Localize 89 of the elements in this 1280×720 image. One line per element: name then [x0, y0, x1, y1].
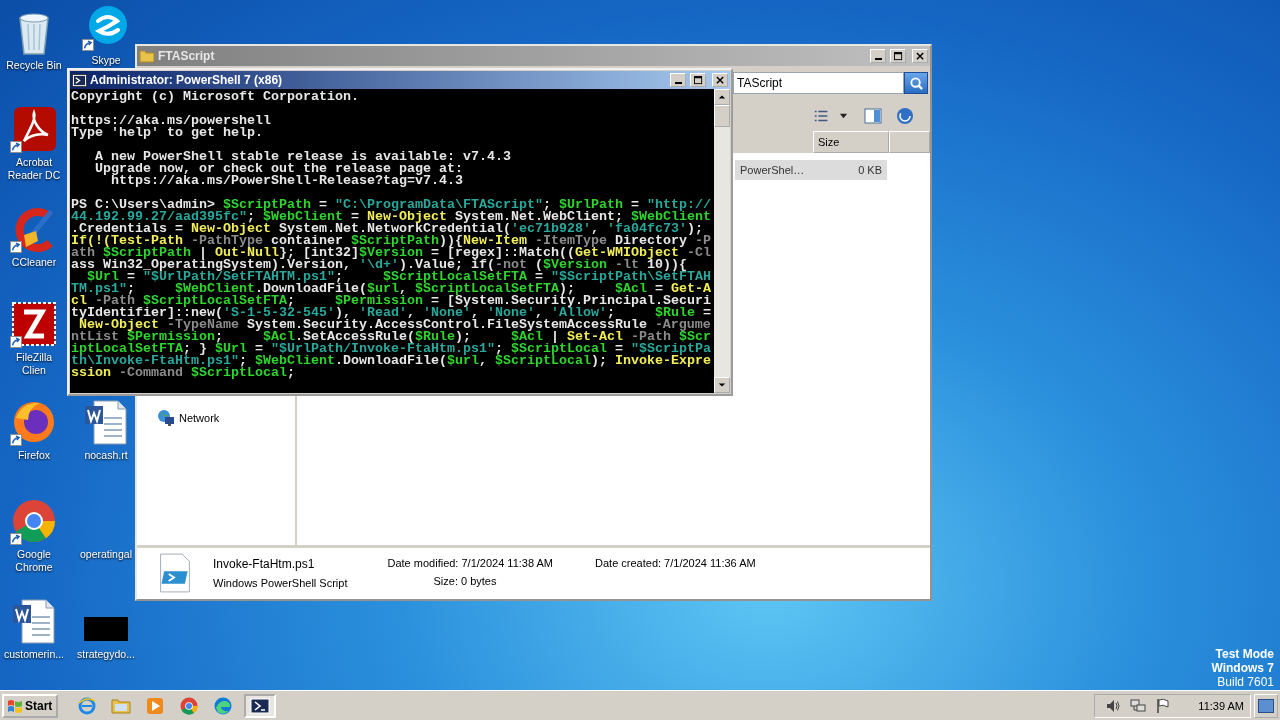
maximize-button[interactable] — [890, 49, 906, 63]
preview-pane-icon[interactable] — [864, 107, 882, 124]
powershell-icon — [72, 73, 87, 87]
console-line: ath $ScriptPath | Out-Null}; [int32]$Version = [regex]::Match((Get-WMIObject -Cl — [71, 247, 712, 259]
nav-item[interactable]: Network — [137, 409, 295, 427]
desktop-icon-label[interactable]: operatingal — [80, 548, 132, 561]
folder-icon — [139, 48, 155, 64]
browser-icon — [77, 695, 98, 716]
console-line: .Credentials = New-Object System.Net.NetworkCredential('ec71b928', 'fa04fc73'); — [71, 223, 703, 235]
console-line: TM.ps1"; $WebClient.DownloadFile($url, $ScriptLocalSetFTA); $Acl = Get-A — [71, 283, 712, 295]
console-line: ass Win32_OperatingSystem).Version, '\d+').Value; if(-not ($Version -lt 10)){ — [71, 259, 687, 271]
console-line: iptLocalSetFTA; } $Url = "$UrlPath/Invoke-FtaHtm.ps1"; $ScriptLocal = "$ScriptPa — [71, 343, 712, 355]
desktop-icon-label[interactable]: strategydo... — [77, 648, 135, 661]
desktop-icon-label[interactable]: Skype — [91, 54, 121, 67]
console-line: If(!(Test-Path -PathType container $ScriptPath)){New-Item -ItemType Directory -P — [71, 235, 712, 247]
console-line: $Url = "$UrlPath/SetFTAHTM.ps1"; $ScriptLocalSetFTA = "$ScriptPath\SetFTAH — [87, 271, 712, 283]
console-line: th\Invoke-FtaHtm.ps1"; $WebClient.DownloadFile($url, $ScriptLocal); Invoke-Expre — [71, 355, 712, 367]
search-button[interactable] — [904, 72, 928, 94]
date-created: Date created: 7/1/2024 11:36 AM — [595, 557, 756, 569]
file-type: Windows PowerShell Script — [213, 577, 348, 589]
window-title: Administrator: PowerShell 7 (x86) — [90, 73, 283, 87]
network-icon — [157, 409, 175, 427]
console-line: cl -Path $ScriptLocalSetFTA; $Permission = [System.Security.Principal.Securi — [71, 295, 712, 307]
desktop-icon-label[interactable]: Google Chrome — [3, 548, 65, 574]
media-player-icon — [145, 695, 166, 716]
caret-icon[interactable] — [839, 111, 848, 120]
show-desktop-button[interactable] — [1254, 693, 1278, 718]
file-row[interactable]: PowerShel… 0 KB — [735, 160, 887, 180]
file-name: Invoke-FtaHtm.ps1 — [213, 557, 316, 571]
filezilla-icon[interactable] — [10, 300, 58, 348]
close-button[interactable] — [912, 49, 928, 63]
console-line: tyIdentifier]::new('S-1-5-32-545'), 'Read', 'None', 'None', 'Allow'; $Rule = — [71, 307, 712, 319]
start-button[interactable]: Start — [2, 693, 59, 718]
console-line: A new PowerShell stable release is available: v7.4.3 — [94, 151, 512, 163]
scrollbar-thumb[interactable] — [714, 105, 730, 127]
console-line: Upgrade now, or check out the release page at: — [94, 163, 464, 175]
console-line: New-Object -TypeName System.Security.AccessControl.FileSystemAccessRule -Argume — [79, 319, 712, 331]
console-line: https://aka.ms/PowerShell-Release?tag=v7.4.3 — [111, 175, 464, 187]
file-type: PowerShel… — [740, 164, 805, 176]
column-header[interactable]: Size — [813, 131, 889, 153]
file-size: Size: 0 bytes — [432, 575, 498, 587]
close-button[interactable] — [712, 73, 728, 87]
maximize-icon — [893, 51, 903, 61]
up-arrow-icon[interactable] — [718, 93, 726, 101]
maximize-icon — [693, 75, 703, 85]
system-notice: Build 7601 — [1217, 675, 1274, 689]
console-line: 44.192.99.27/aad395fc"; $WebClient = New-Object System.Net.WebClient; $WebClient — [71, 211, 712, 223]
system-notice: Windows 7 — [1211, 661, 1274, 675]
scrollbar[interactable] — [714, 89, 730, 393]
console-line: Copyright (c) Microsoft Corporation. — [71, 91, 360, 103]
close-icon — [715, 75, 725, 85]
minimize-button[interactable] — [670, 73, 686, 87]
window-title: FTAScript — [158, 49, 215, 63]
desktop-icon-label[interactable]: customerin... — [3, 648, 65, 661]
document-icon[interactable] — [10, 597, 58, 645]
close-icon — [915, 51, 925, 61]
file-size: 0 KB — [858, 164, 882, 176]
windows-flag-icon — [7, 697, 23, 714]
console-line: ssion -Command $ScriptLocal; — [71, 367, 295, 379]
desktop-icon-label[interactable]: Acrobat Reader DC — [3, 156, 65, 182]
network-icon[interactable] — [1130, 697, 1147, 714]
desktop-icon-label[interactable]: CCleaner — [11, 256, 57, 269]
console-line: ntList $Permission; $Acl.SetAccessRule($Rule); $Acl | Set-Acl -Path $Scr — [71, 331, 712, 343]
document-icon[interactable] — [82, 398, 130, 446]
script-file-icon — [157, 552, 193, 594]
console-line: PS C:\Users\admin> $ScriptPath = "C:\ProgramData\FTAScript"; $UrlPath = "http:// — [71, 199, 712, 211]
desktop-icon-label[interactable]: FileZilla Clien — [3, 351, 65, 377]
address-field[interactable]: TAScript — [733, 72, 904, 94]
chrome-icon[interactable] — [10, 497, 58, 545]
system-notice: Test Mode — [1215, 647, 1274, 661]
down-arrow-icon[interactable] — [718, 381, 726, 389]
minimize-button[interactable] — [870, 49, 886, 63]
date-modified: Date modified: 7/1/2024 11:38 AM — [387, 557, 553, 569]
taskbar-button[interactable] — [244, 693, 277, 718]
search-icon — [908, 75, 924, 91]
powershell-icon — [250, 695, 271, 716]
minimize-icon — [674, 82, 682, 84]
desktop-icon-label[interactable]: Recycle Bin — [6, 59, 62, 72]
maximize-button[interactable] — [690, 73, 706, 87]
desktop-icon-label[interactable]: Firefox — [17, 449, 51, 462]
minimize-icon — [874, 58, 882, 60]
clock[interactable]: 11:39 AM — [1198, 699, 1244, 712]
console-line: https://aka.ms/powershell — [71, 115, 272, 127]
desktop-icon — [1258, 698, 1274, 713]
edge-icon — [213, 695, 234, 716]
chrome-icon — [179, 695, 200, 716]
console-line: Type 'help' to get help. — [71, 127, 263, 139]
desktop-icon-label[interactable]: nocash.rt — [84, 449, 128, 462]
flag-icon[interactable] — [1155, 697, 1172, 714]
